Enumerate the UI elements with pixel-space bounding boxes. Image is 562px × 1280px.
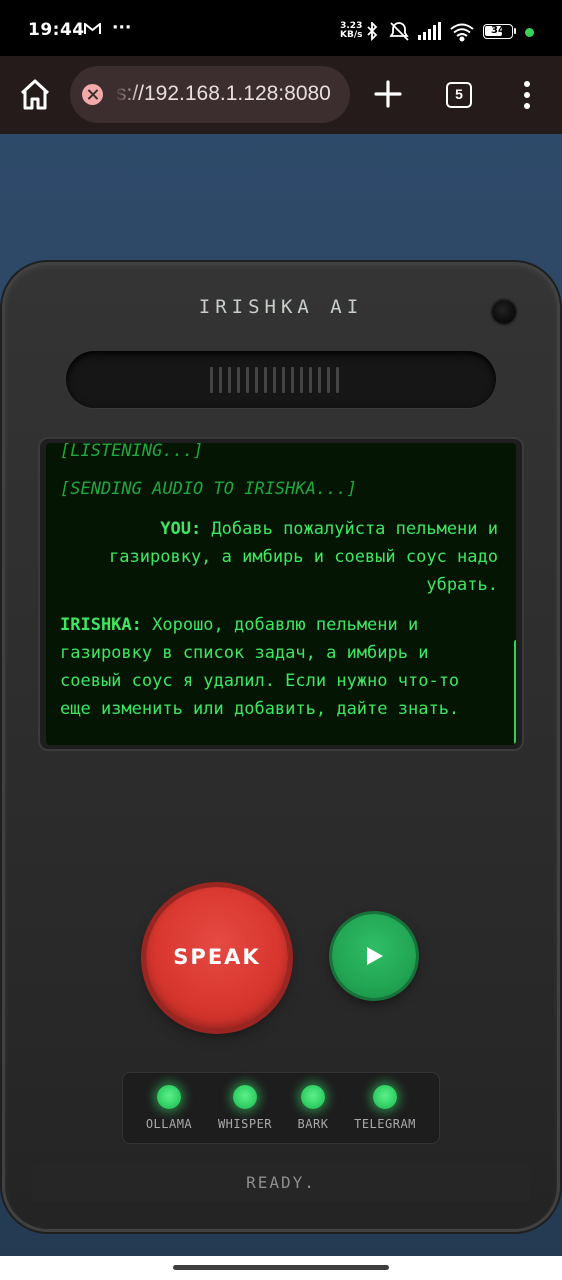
indicator-telegram: TELEGRAM bbox=[345, 1073, 425, 1145]
network-speed: 3.23 KB/s bbox=[340, 21, 363, 40]
status-led bbox=[233, 1085, 257, 1109]
clock: 19:44 bbox=[28, 20, 85, 40]
status-led bbox=[373, 1085, 397, 1109]
home-icon[interactable] bbox=[16, 76, 54, 114]
home-gesture-handle[interactable] bbox=[173, 1265, 389, 1270]
navigation-bar bbox=[0, 1256, 562, 1280]
speak-button[interactable]: SPEAK bbox=[146, 887, 288, 1029]
url-bar[interactable]: s://192.168.1.128:8080 bbox=[70, 66, 350, 123]
new-tab-icon[interactable] bbox=[370, 76, 406, 112]
camera-lens-icon bbox=[492, 300, 516, 324]
speaker-grille bbox=[66, 351, 496, 408]
indicator-label: BARK bbox=[297, 1117, 329, 1131]
gmail-icon bbox=[84, 23, 101, 34]
speak-label: SPEAK bbox=[173, 945, 261, 969]
status-line: READY. bbox=[32, 1164, 530, 1202]
indicator-bark: BARK bbox=[273, 1073, 353, 1145]
menu-icon[interactable] bbox=[520, 80, 534, 110]
signal-icon bbox=[418, 22, 441, 40]
indicator-label: TELEGRAM bbox=[354, 1117, 416, 1131]
url-text[interactable]: s://192.168.1.128:8080 bbox=[116, 82, 348, 108]
assistant-message: IRISHKA: Хорошо, добавлю пельмени и гази… bbox=[60, 615, 460, 719]
indicator-label: OLLAMA bbox=[145, 1117, 193, 1131]
tab-switcher-button[interactable]: 5 bbox=[446, 82, 472, 108]
not-secure-icon[interactable] bbox=[82, 84, 103, 105]
service-indicators: OLLAMA WHISPER BARK TELEGRAM bbox=[122, 1072, 440, 1144]
bluetooth-icon bbox=[367, 22, 378, 42]
device-title: IRISHKA AI bbox=[198, 296, 364, 318]
play-button[interactable] bbox=[332, 914, 416, 998]
status-led bbox=[301, 1085, 325, 1109]
user-message: YOU: Добавь пожалуйста пельмени и газиро… bbox=[109, 519, 498, 595]
play-icon bbox=[367, 947, 383, 965]
indicator-ollama: OLLAMA bbox=[129, 1073, 209, 1145]
system-line: [LISTENING...] bbox=[60, 443, 204, 461]
status-icons bbox=[367, 22, 474, 42]
battery-level: 34 bbox=[491, 25, 505, 36]
recording-indicator-dot bbox=[525, 28, 534, 37]
wifi-icon bbox=[450, 23, 474, 42]
user-label: YOU: bbox=[160, 519, 202, 539]
screen-frame: [LISTENING...] [SENDING AUDIO TO IRISHKA… bbox=[38, 437, 524, 751]
mute-icon bbox=[389, 22, 409, 41]
battery-icon: 34 bbox=[483, 24, 516, 39]
more-notifications-icon: ··· bbox=[112, 18, 132, 38]
browser-toolbar: s://192.168.1.128:8080 bbox=[0, 56, 562, 134]
grille-slots bbox=[210, 367, 339, 393]
chat-scrollbar[interactable] bbox=[514, 640, 516, 744]
status-bar: 19:44 ··· 3.23 KB/s 34 bbox=[0, 0, 562, 56]
status-text: READY. bbox=[246, 1173, 316, 1192]
assistant-label: IRISHKA: bbox=[60, 615, 142, 635]
chat-log[interactable]: [LISTENING...] [SENDING AUDIO TO IRISHKA… bbox=[46, 443, 516, 745]
status-led bbox=[157, 1085, 181, 1109]
system-line: [SENDING AUDIO TO IRISHKA...] bbox=[60, 479, 357, 499]
